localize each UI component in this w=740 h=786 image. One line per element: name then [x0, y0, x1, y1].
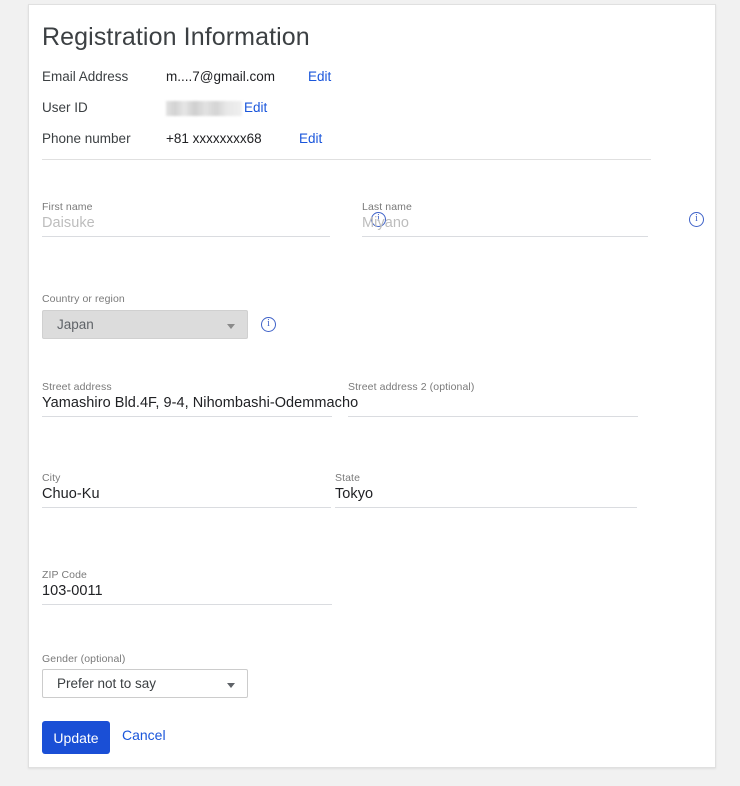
- last-name-value: Miyano: [362, 215, 410, 231]
- city-label: City: [42, 472, 61, 484]
- last-name-label: Last name: [362, 201, 412, 213]
- street-address-2-label: Street address 2 (optional): [348, 381, 475, 393]
- state-underline: [335, 507, 637, 508]
- street-address-value: Yamashiro Bld.4F, 9-4, Nihombashi-Odemma…: [42, 395, 359, 411]
- section-divider: [42, 159, 651, 160]
- street-address-2-underline: [348, 416, 638, 417]
- country-select-value: Japan: [57, 317, 94, 332]
- update-button[interactable]: Update: [42, 721, 110, 754]
- info-row-phone-number: Phone number +81 xxxxxxxx68 Edit: [42, 131, 704, 151]
- country-label: Country or region: [42, 293, 125, 305]
- zip-code-underline: [42, 604, 332, 605]
- city-value: Chuo-Ku: [42, 486, 100, 502]
- chevron-down-icon: [227, 683, 235, 688]
- first-name-label: First name: [42, 201, 93, 213]
- gender-select[interactable]: Prefer not to say: [42, 669, 248, 698]
- country-info-icon[interactable]: i: [261, 317, 276, 332]
- first-name-value: Daisuke: [42, 215, 95, 231]
- user-id-redacted-value: [166, 101, 242, 116]
- card-content: Registration Information Email Address m…: [42, 5, 704, 767]
- country-select[interactable]: Japan: [42, 310, 248, 339]
- info-row-user-id: User ID Edit: [42, 100, 704, 120]
- user-id-label: User ID: [42, 100, 88, 115]
- cancel-link[interactable]: Cancel: [122, 727, 166, 743]
- email-address-value: m....7@gmail.com: [166, 69, 275, 84]
- last-name-info-icon[interactable]: i: [689, 212, 704, 227]
- zip-code-label: ZIP Code: [42, 569, 87, 581]
- gender-label: Gender (optional): [42, 653, 126, 665]
- phone-number-label: Phone number: [42, 131, 131, 146]
- city-underline: [42, 507, 331, 508]
- phone-number-value: +81 xxxxxxxx68: [166, 131, 262, 146]
- edit-phone-number-link[interactable]: Edit: [299, 131, 322, 146]
- page-title: Registration Information: [42, 23, 310, 51]
- first-name-underline: [42, 236, 330, 237]
- street-address-underline: [42, 416, 332, 417]
- form-actions: Update Cancel: [42, 721, 262, 757]
- state-label: State: [335, 472, 361, 484]
- street-address-label: Street address: [42, 381, 112, 393]
- email-address-label: Email Address: [42, 69, 129, 84]
- edit-email-link[interactable]: Edit: [308, 69, 331, 84]
- state-value: Tokyo: [335, 486, 374, 502]
- info-row-email: Email Address m....7@gmail.com Edit: [42, 69, 704, 89]
- last-name-underline: [362, 236, 648, 237]
- edit-user-id-link[interactable]: Edit: [244, 100, 267, 115]
- registration-card: Registration Information Email Address m…: [28, 4, 716, 768]
- gender-select-value: Prefer not to say: [57, 676, 157, 691]
- zip-code-value: 103-0011: [42, 583, 103, 599]
- chevron-down-icon: [227, 324, 235, 329]
